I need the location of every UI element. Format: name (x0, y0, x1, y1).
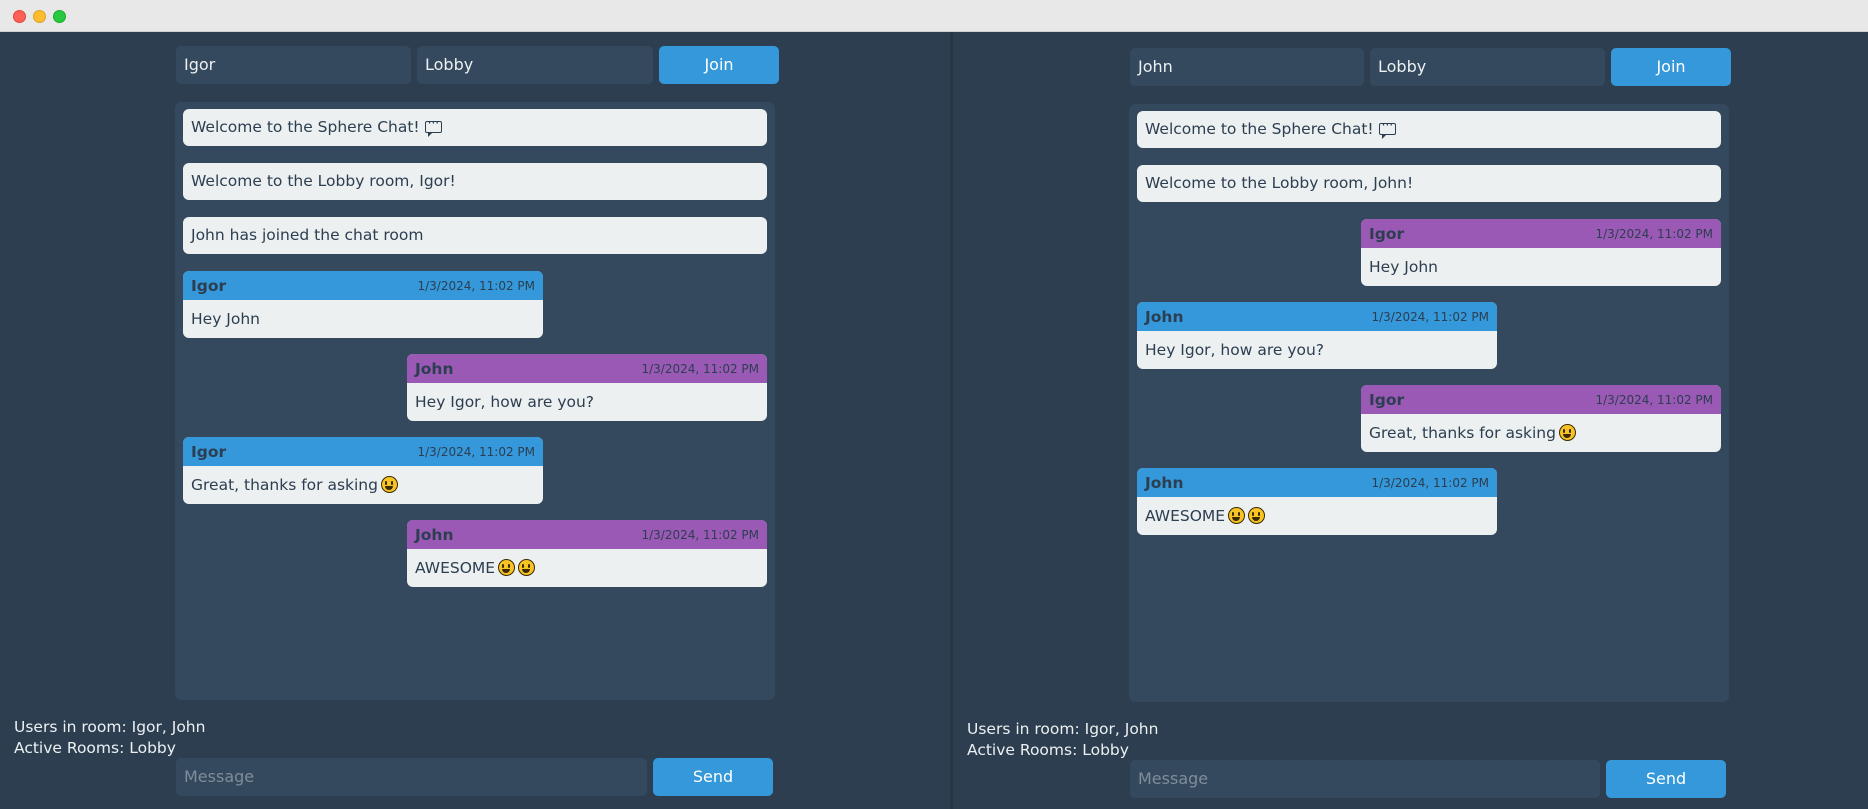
send-button[interactable]: Send (653, 758, 773, 796)
message-body: Hey John (191, 310, 260, 328)
chat-message: John 1/3/2024, 11:02 PM AWESOME (407, 520, 767, 587)
system-message-text: Welcome to the Sphere Chat! (191, 118, 420, 136)
left-chat-pane: Igor Lobby Join Welcome to the Sphere Ch… (0, 32, 950, 809)
system-message: Welcome to the Lobby room, John! (1137, 165, 1721, 202)
chat-message: Igor 1/3/2024, 11:02 PM Great, thanks fo… (183, 437, 543, 504)
username-input[interactable]: Igor (176, 46, 411, 84)
grinning-face-icon (1248, 507, 1266, 524)
chat-message: John 1/3/2024, 11:02 PM AWESOME (1137, 468, 1497, 535)
message-header: Igor 1/3/2024, 11:02 PM (183, 271, 543, 300)
message-body: Hey Igor, how are you? (415, 393, 595, 411)
join-bar: Igor Lobby Join (176, 46, 779, 84)
message-header: Igor 1/3/2024, 11:02 PM (1361, 385, 1721, 414)
username-input[interactable]: John (1130, 48, 1364, 86)
message-author: John (415, 525, 454, 544)
chat-message: Igor 1/3/2024, 11:02 PM Hey John (1361, 219, 1721, 286)
message-author: John (1145, 307, 1184, 326)
system-message-text: John has joined the chat room (191, 226, 424, 244)
message-text: Great, thanks for asking (191, 476, 378, 494)
system-message: Welcome to the Lobby room, Igor! (183, 163, 767, 200)
window-titlebar (0, 0, 1868, 32)
message-input[interactable]: Message (1130, 760, 1600, 798)
message-timestamp: 1/3/2024, 11:02 PM (641, 527, 759, 542)
message-input[interactable]: Message (176, 758, 647, 796)
system-message-text: Welcome to the Lobby room, Igor! (191, 172, 456, 190)
message-author: Igor (191, 276, 227, 295)
chat-message: Igor 1/3/2024, 11:02 PM Great, thanks fo… (1361, 385, 1721, 452)
message-header: Igor 1/3/2024, 11:02 PM (183, 437, 543, 466)
message-timestamp: 1/3/2024, 11:02 PM (1371, 309, 1489, 324)
message-timestamp: 1/3/2024, 11:02 PM (417, 444, 535, 459)
message-list: Welcome to the Sphere Chat! Welcome to t… (175, 102, 775, 700)
chat-message: John 1/3/2024, 11:02 PM Hey Igor, how ar… (1137, 302, 1497, 369)
message-header: John 1/3/2024, 11:02 PM (407, 520, 767, 549)
grinning-face-icon (380, 476, 398, 493)
right-chat-pane: John Lobby Join Welcome to the Sphere Ch… (950, 32, 1868, 809)
message-timestamp: 1/3/2024, 11:02 PM (641, 361, 759, 376)
compose-bar: Message Send (176, 758, 773, 796)
speech-bubble-icon (424, 113, 442, 137)
system-message: Welcome to the Sphere Chat! (183, 109, 767, 146)
active-rooms: Active Rooms: Lobby (967, 741, 1129, 759)
users-in-room: Users in room: Igor, John (967, 720, 1159, 738)
message-body: Great, thanks for asking (183, 466, 543, 504)
chat-message: John 1/3/2024, 11:02 PM Hey Igor, how ar… (407, 354, 767, 421)
message-timestamp: 1/3/2024, 11:02 PM (1595, 226, 1713, 241)
room-info: Users in room: Igor, John Active Rooms: … (14, 717, 205, 759)
room-input[interactable]: Lobby (417, 46, 653, 84)
grinning-face-icon (518, 559, 536, 576)
compose-bar: Message Send (1130, 760, 1726, 798)
message-body: Hey John (1369, 258, 1438, 276)
chat-message: Igor 1/3/2024, 11:02 PM Hey John (183, 271, 543, 338)
room-input[interactable]: Lobby (1370, 48, 1605, 86)
message-author: Igor (1369, 224, 1405, 243)
message-text: AWESOME (1145, 507, 1226, 525)
close-window-button[interactable] (13, 10, 26, 23)
message-author: Igor (1369, 390, 1405, 409)
users-in-room: Users in room: Igor, John (14, 718, 206, 736)
join-bar: John Lobby Join (1130, 48, 1731, 86)
minimize-window-button[interactable] (33, 10, 46, 23)
message-header: John 1/3/2024, 11:02 PM (1137, 302, 1497, 331)
message-body: AWESOME (407, 549, 767, 587)
message-body: AWESOME (1137, 497, 1497, 535)
join-button[interactable]: Join (659, 46, 779, 84)
system-message: Welcome to the Sphere Chat! (1137, 111, 1721, 148)
room-info: Users in room: Igor, John Active Rooms: … (967, 719, 1158, 761)
maximize-window-button[interactable] (53, 10, 66, 23)
send-button[interactable]: Send (1606, 760, 1726, 798)
message-text: AWESOME (415, 559, 496, 577)
grinning-face-icon (1558, 424, 1576, 441)
system-message: John has joined the chat room (183, 217, 767, 254)
join-button[interactable]: Join (1611, 48, 1731, 86)
message-list: Welcome to the Sphere Chat! Welcome to t… (1129, 104, 1729, 702)
message-author: Igor (191, 442, 227, 461)
grinning-face-icon (498, 559, 516, 576)
system-message-text: Welcome to the Sphere Chat! (1145, 120, 1374, 138)
message-timestamp: 1/3/2024, 11:02 PM (417, 278, 535, 293)
system-message-text: Welcome to the Lobby room, John! (1145, 174, 1414, 192)
message-header: John 1/3/2024, 11:02 PM (407, 354, 767, 383)
message-author: John (1145, 473, 1184, 492)
message-body: Great, thanks for asking (1361, 414, 1721, 452)
message-timestamp: 1/3/2024, 11:02 PM (1595, 392, 1713, 407)
message-header: Igor 1/3/2024, 11:02 PM (1361, 219, 1721, 248)
message-body: Hey Igor, how are you? (1145, 341, 1325, 359)
grinning-face-icon (1228, 507, 1246, 524)
message-author: John (415, 359, 454, 378)
message-timestamp: 1/3/2024, 11:02 PM (1371, 475, 1489, 490)
speech-bubble-icon (1378, 115, 1396, 139)
message-text: Great, thanks for asking (1369, 424, 1556, 442)
message-header: John 1/3/2024, 11:02 PM (1137, 468, 1497, 497)
active-rooms: Active Rooms: Lobby (14, 739, 176, 757)
